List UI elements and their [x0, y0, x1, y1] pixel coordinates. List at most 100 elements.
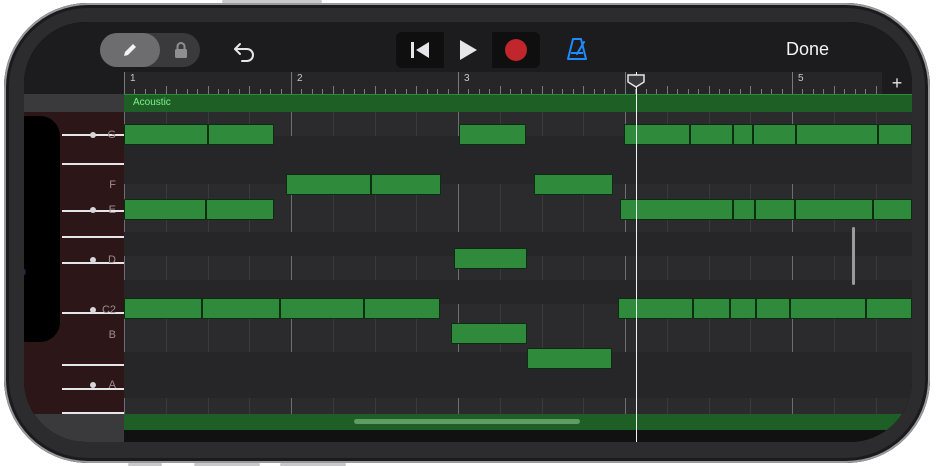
midi-note[interactable]: [690, 124, 733, 145]
bar-number-2: 2: [297, 73, 303, 84]
midi-note[interactable]: [693, 298, 730, 319]
grid-lane: [124, 352, 912, 376]
key-label-c2: C2: [101, 304, 116, 316]
ruler-tick: [708, 86, 710, 94]
midi-note[interactable]: [454, 248, 527, 269]
midi-note[interactable]: [364, 298, 440, 319]
lock-button[interactable]: [166, 33, 196, 67]
ruler-tick: [416, 86, 418, 94]
camera-notch: [24, 116, 60, 342]
playhead[interactable]: [636, 72, 637, 442]
midi-note[interactable]: [286, 174, 371, 195]
play-icon: [460, 40, 477, 60]
midi-note[interactable]: [756, 298, 790, 319]
bar-number-5: 5: [798, 73, 804, 84]
ruler-tick: [666, 86, 668, 94]
midi-note[interactable]: [202, 298, 280, 319]
midi-note[interactable]: [618, 298, 693, 319]
midi-note[interactable]: [206, 199, 274, 220]
grid-lane: [124, 374, 912, 398]
midi-note[interactable]: [873, 199, 912, 220]
edit-mode-segment[interactable]: [100, 33, 200, 67]
side-button-top: [222, 0, 322, 3]
ruler-tick: [374, 86, 376, 94]
key-label-g: G: [107, 129, 116, 141]
metronome-icon: [567, 38, 587, 60]
ruler-tick: [165, 86, 167, 94]
ruler-tick: [458, 72, 459, 94]
region-name: Acoustic: [133, 97, 171, 108]
midi-note[interactable]: [730, 298, 756, 319]
ruler-tick: [207, 86, 209, 94]
midi-note[interactable]: [795, 199, 873, 220]
bar-number-1: 1: [130, 73, 136, 84]
lock-icon: [175, 42, 187, 58]
bar-number-3: 3: [464, 73, 470, 84]
play-button[interactable]: [444, 32, 492, 68]
ruler-tick: [499, 86, 501, 94]
midi-note[interactable]: [124, 199, 206, 220]
midi-note[interactable]: [733, 199, 755, 220]
midi-note[interactable]: [451, 323, 527, 344]
midi-note[interactable]: [878, 124, 912, 145]
metronome-button[interactable]: [562, 34, 592, 64]
ruler-tick: [249, 86, 251, 94]
grid-lane: [124, 160, 912, 184]
ruler-tick: [541, 86, 543, 94]
transport-controls: [396, 32, 540, 68]
pencil-button[interactable]: [100, 33, 160, 67]
pencil-icon: [124, 44, 136, 56]
ruler-tick: [750, 86, 752, 94]
app-screen: Done 1 2 3 4 5 + Acoustic G F E D C2 B A: [24, 22, 912, 442]
white-key[interactable]: [62, 364, 124, 366]
white-key[interactable]: [62, 163, 124, 165]
screen-bottom-edge: [124, 430, 912, 442]
ruler-tick: [625, 72, 626, 94]
midi-note[interactable]: [790, 298, 866, 319]
front-camera: [24, 268, 26, 276]
playhead-handle-icon[interactable]: [627, 74, 645, 88]
piano-roll-grid[interactable]: [124, 112, 912, 414]
region-header-spacer: [24, 94, 124, 112]
ruler-tick: [291, 72, 292, 94]
vertical-scroll-indicator[interactable]: [852, 227, 855, 285]
ruler-tick: [792, 72, 793, 94]
key-label-b: B: [108, 329, 116, 341]
ruler-spacer: [24, 72, 124, 94]
undo-icon: [234, 43, 254, 62]
ruler-tick: [875, 86, 877, 94]
key-label-d: D: [108, 254, 116, 266]
ruler-tick: [833, 86, 835, 94]
top-toolbar: Done: [24, 22, 912, 72]
bottom-spacer: [24, 414, 124, 442]
midi-note[interactable]: [124, 298, 202, 319]
timeline-ruler[interactable]: 1 2 3 4 5: [124, 72, 884, 94]
midi-note[interactable]: [733, 124, 753, 145]
record-button[interactable]: [492, 32, 540, 68]
key-label-a: A: [108, 379, 116, 391]
midi-note[interactable]: [280, 298, 364, 319]
go-to-beginning-button[interactable]: [396, 32, 444, 68]
midi-note[interactable]: [534, 174, 613, 195]
ruler-tick: [332, 86, 334, 94]
key-label-e: E: [108, 204, 116, 216]
record-icon: [505, 39, 527, 61]
go-to-beginning-icon: [411, 42, 429, 58]
midi-note[interactable]: [796, 124, 878, 145]
add-section-button[interactable]: +: [882, 72, 912, 94]
midi-note[interactable]: [124, 124, 208, 145]
undo-button[interactable]: [230, 36, 260, 66]
key-label-f: F: [109, 179, 116, 191]
midi-note[interactable]: [866, 298, 912, 319]
home-indicator[interactable]: [354, 419, 580, 424]
midi-note[interactable]: [753, 124, 796, 145]
white-key[interactable]: [62, 236, 124, 238]
midi-note[interactable]: [459, 124, 526, 145]
midi-note[interactable]: [755, 199, 795, 220]
midi-note[interactable]: [371, 174, 441, 195]
midi-note[interactable]: [624, 124, 690, 145]
midi-note[interactable]: [208, 124, 274, 145]
midi-note[interactable]: [527, 348, 612, 369]
region-strip[interactable]: Acoustic: [124, 94, 912, 113]
done-button[interactable]: Done: [786, 39, 829, 60]
